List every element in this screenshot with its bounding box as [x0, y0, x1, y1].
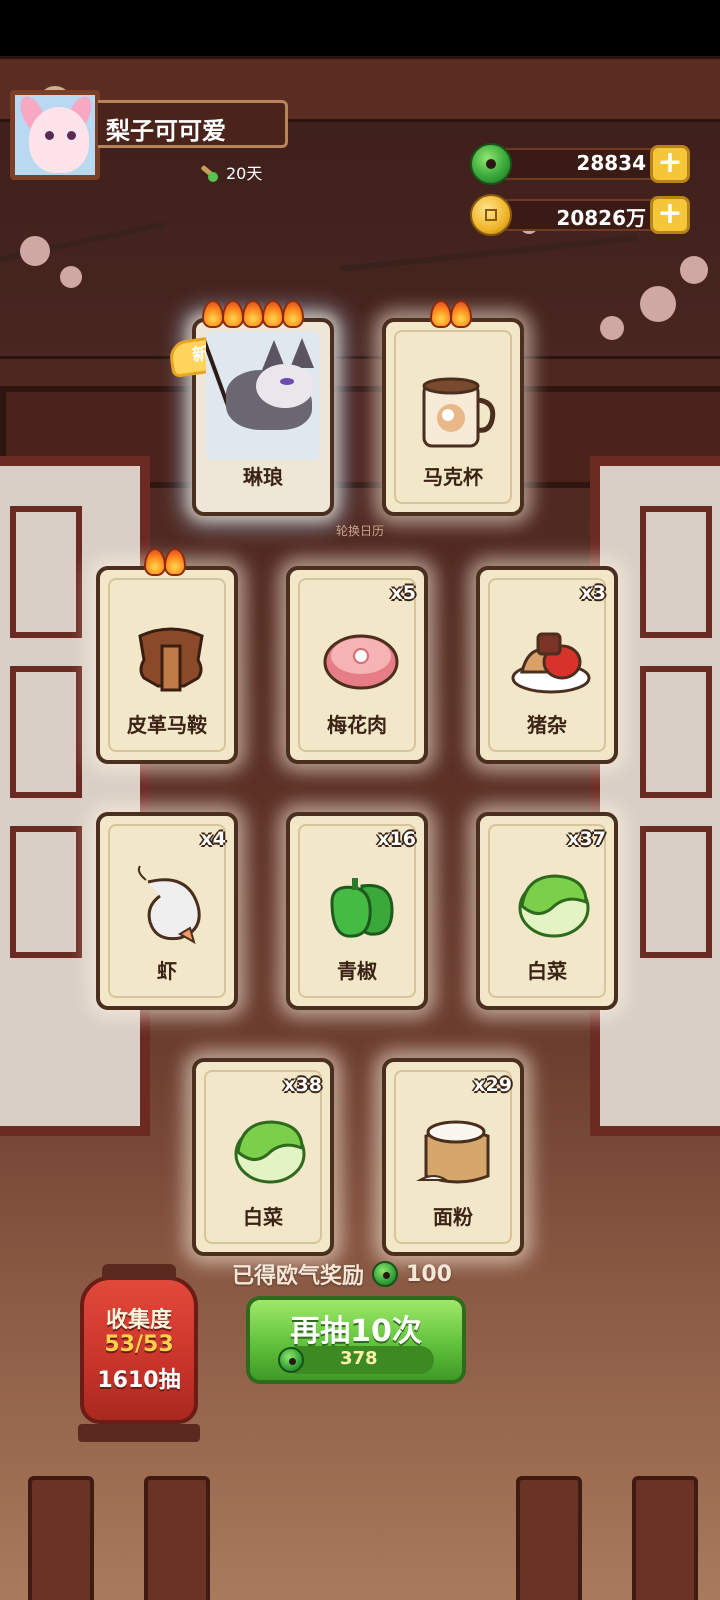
left-window	[0, 456, 150, 1136]
watermark-text: 轮换日历	[335, 524, 384, 538]
reward-card-cabbage-a[interactable]: x37 白菜	[476, 812, 618, 1010]
card-label: 猪杂	[527, 713, 567, 737]
reward-card-pepper[interactable]: x16 青椒	[286, 812, 428, 1010]
cabbage-icon	[518, 874, 590, 938]
collection-draws: 1610抽	[97, 1368, 181, 1393]
collection-title: 收集度	[105, 1308, 172, 1333]
draw-cost-value: 378	[340, 1348, 378, 1369]
flame-icon	[144, 548, 166, 576]
item-quantity: x37	[567, 828, 606, 850]
add-coins-button[interactable]: +	[650, 196, 690, 234]
add-jade-button[interactable]: +	[650, 145, 690, 183]
player-avatar[interactable]	[10, 90, 100, 180]
offal-icon	[511, 632, 591, 694]
reward-card-saddle[interactable]: 皮革马鞍	[96, 548, 238, 764]
days-value: 20天	[226, 164, 263, 183]
card-label: 青椒	[337, 959, 377, 983]
collection-progress: 53/53	[104, 1332, 174, 1357]
flame-icon	[242, 300, 264, 328]
flame-icon	[202, 300, 224, 328]
pepper-icon	[330, 878, 394, 938]
shrimp-icon	[137, 865, 201, 945]
flame-icon	[282, 300, 304, 328]
collection-lantern[interactable]: 收集度 53/53 1610抽	[78, 1264, 200, 1442]
cabbage-icon	[234, 1120, 306, 1184]
reward-card-pork[interactable]: x5 梅花肉	[286, 566, 428, 764]
draw-cost: 378	[278, 1346, 434, 1374]
flame-rating	[202, 300, 304, 328]
status-bar	[0, 0, 720, 56]
jade-icon	[470, 143, 512, 185]
card-label: 虾	[157, 959, 177, 983]
pork-icon	[323, 634, 399, 690]
wrench-icon	[198, 162, 220, 182]
card-label: 梅花肉	[327, 713, 387, 737]
player-name: 梨子可可爱	[106, 117, 226, 145]
right-window	[590, 456, 720, 1136]
jade-amount: 28834	[576, 151, 646, 175]
flame-rating	[430, 300, 472, 328]
jade-currency: 28834 +	[470, 143, 690, 185]
flour-icon	[416, 1120, 490, 1184]
reward-label: 已得欧气奖励	[232, 1264, 365, 1289]
jade-icon	[278, 1347, 304, 1373]
card-label: 皮革马鞍	[127, 713, 207, 737]
flame-rating	[144, 548, 186, 576]
coin-amount: 20826万	[556, 206, 646, 230]
reward-card-linlang[interactable]: 新 琳琅	[167, 300, 334, 516]
days-counter: 20天	[198, 160, 262, 184]
flame-icon	[450, 300, 472, 328]
card-label: 白菜	[527, 959, 567, 983]
flame-icon	[262, 300, 284, 328]
reward-summary: 已得欧气奖励 100	[232, 1258, 452, 1290]
reward-card-offal[interactable]: x3 猪杂	[476, 566, 618, 764]
item-quantity: x29	[473, 1074, 512, 1096]
reward-card-shrimp[interactable]: x4 虾	[96, 812, 238, 1010]
reward-card-flour[interactable]: x29 面粉	[382, 1058, 524, 1256]
reward-card-cabbage-b[interactable]: x38 白菜	[192, 1058, 334, 1256]
item-quantity: x38	[283, 1074, 322, 1096]
reward-amount: 100	[406, 1261, 452, 1287]
item-quantity: x16	[377, 828, 416, 850]
mug-icon	[422, 377, 496, 448]
reward-card-mug[interactable]: 马克杯	[382, 300, 524, 516]
coin-icon	[470, 194, 512, 236]
flame-icon	[222, 300, 244, 328]
item-quantity: x4	[200, 828, 226, 850]
card-label: 面粉	[433, 1205, 473, 1229]
draw-again-button[interactable]: 再抽10次 378	[246, 1296, 466, 1384]
jade-icon	[372, 1261, 399, 1287]
draw-button-label: 再抽10次	[290, 1314, 422, 1349]
card-label: 白菜	[243, 1205, 283, 1229]
card-label: 琳琅	[243, 465, 283, 489]
item-quantity: x5	[390, 582, 416, 604]
player-name-plate: 梨子可可爱	[98, 100, 288, 148]
card-label: 马克杯	[423, 465, 483, 489]
flame-icon	[430, 300, 452, 328]
wolf-character-icon	[206, 332, 320, 460]
coin-currency: 20826万 +	[470, 194, 690, 236]
flame-icon	[164, 548, 186, 576]
item-quantity: x3	[580, 582, 606, 604]
saddle-icon	[138, 627, 204, 692]
